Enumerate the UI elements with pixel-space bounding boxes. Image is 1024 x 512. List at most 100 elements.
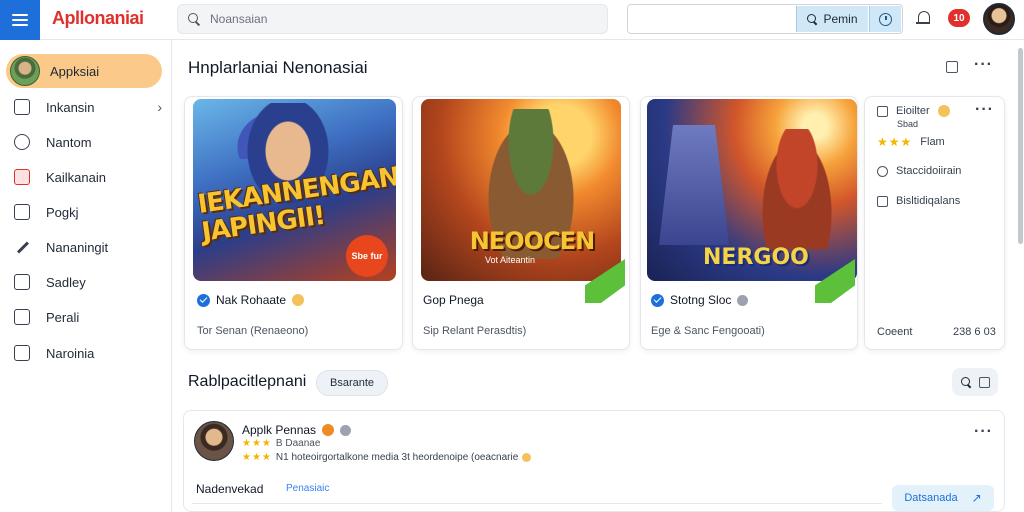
- more-options-icon[interactable]: ···: [975, 101, 994, 119]
- history-button[interactable]: [869, 6, 901, 32]
- avatar: [10, 56, 40, 86]
- page-title: Hnplarlaniai Nenonasiai: [188, 58, 368, 77]
- review-card: Applk Pennas ★★★ B Daanae ★★★ N1 hoteoir…: [183, 410, 1005, 512]
- gold-badge-icon: [292, 294, 305, 306]
- download-button-label: Datsanada: [904, 492, 958, 504]
- search-input[interactable]: [210, 12, 590, 26]
- card-name: Nak Rohaate: [197, 293, 305, 307]
- notification-badge[interactable]: 10: [948, 9, 970, 27]
- info-row-2[interactable]: Bisltidiqalans: [877, 195, 960, 207]
- game-artwork: NERGOO: [647, 99, 857, 281]
- sidebar-item-4[interactable]: Pogkj: [14, 202, 166, 222]
- info-title-row: Eioilter: [877, 105, 950, 117]
- card-meta: Sip Relant Perasdtis): [423, 325, 527, 337]
- rating-stars: ★★★: [242, 438, 272, 449]
- clipboard-icon: [14, 204, 30, 220]
- menu-button[interactable]: [0, 0, 40, 40]
- tag-icon: [14, 345, 30, 361]
- scrollbar-thumb[interactable]: [1018, 48, 1023, 244]
- card-name: Gop Pnega: [423, 293, 484, 307]
- info-subtitle: Sbad: [897, 119, 919, 129]
- sidebar-item-label: Sadley: [46, 274, 86, 290]
- search-submit-button[interactable]: Pemin: [796, 6, 868, 32]
- sidebar-item-label: Pogkj: [46, 204, 79, 220]
- pen-icon: [14, 239, 30, 255]
- scrollbar[interactable]: [1016, 40, 1024, 512]
- reviewer-meta: ★★★ B Daanae: [242, 438, 320, 449]
- rating-stars: ★★★: [877, 135, 913, 149]
- more-options-icon[interactable]: ···: [974, 56, 993, 74]
- info-rating: ★★★ Flam: [877, 135, 945, 149]
- sidebar-item-1[interactable]: Inkansin ›: [14, 97, 166, 117]
- secondary-search-field[interactable]: Pemin: [627, 4, 903, 34]
- review-link[interactable]: Penasiaic: [286, 483, 329, 494]
- review-body: ★★★ N1 hoteoirgortalkone media 3t heorde…: [242, 452, 532, 463]
- search-bar[interactable]: [177, 4, 608, 34]
- sidebar-item-active[interactable]: Appksiai: [6, 54, 162, 88]
- emoji-icon: [522, 453, 532, 462]
- pin-icon[interactable]: [946, 61, 958, 73]
- review-label: Nadenvekad: [196, 482, 264, 496]
- grid-icon: [14, 169, 30, 185]
- download-button[interactable]: Datsanada ↗: [892, 485, 994, 511]
- filter-icon[interactable]: [978, 376, 990, 388]
- info-row-1[interactable]: Staccidoiirain: [877, 165, 961, 177]
- reviewer-name-row: Applk Pennas: [242, 423, 352, 437]
- app-card-2[interactable]: NEOOCEN Vot Aiteantin Gop Pnega Sip Rela…: [412, 96, 630, 350]
- badge-icon: [322, 424, 335, 436]
- avatar[interactable]: [194, 421, 234, 461]
- sidebar-item-label: Inkansin: [46, 99, 95, 115]
- card-meta: Ege & Sanc Fengooati): [651, 325, 765, 337]
- rating-label: Flam: [920, 136, 945, 148]
- filter-chip[interactable]: Bsarante: [316, 370, 388, 396]
- info-icon: [340, 424, 352, 436]
- square-icon: [14, 274, 30, 290]
- user-avatar[interactable]: [983, 3, 1015, 35]
- sidebar-item-2[interactable]: Nantom: [14, 132, 166, 152]
- rating-stars: ★★★: [242, 452, 272, 463]
- sidebar-item-6[interactable]: Sadley: [14, 272, 166, 292]
- verified-icon: [197, 293, 210, 307]
- app-logo[interactable]: Apllonaniai: [52, 8, 144, 29]
- more-options-icon[interactable]: ···: [974, 423, 993, 441]
- download-icon: [14, 99, 30, 115]
- sidebar: Appksiai Inkansin › Nantom Kailkanain Po…: [0, 40, 172, 512]
- artwork-subtitle: Vot Aiteantin: [485, 255, 536, 265]
- clock-icon: [14, 134, 30, 150]
- info-card: Eioilter ··· Sbad ★★★ Flam Staccidoiirai…: [864, 96, 1005, 350]
- share-icon: ↗: [971, 491, 982, 505]
- top-bar: Apllonaniai Pemin 10: [0, 0, 1024, 40]
- app-card-1[interactable]: IEKANNENGAN JAPINGII! Sbe fur Nak Rohaat…: [184, 96, 403, 350]
- lock-icon: [877, 195, 888, 207]
- card-name: Stotng Sloc: [651, 293, 749, 307]
- section-title: Rablpacitlepnani: [188, 373, 307, 390]
- sidebar-item-7[interactable]: Perali: [14, 307, 166, 327]
- info-footer-label: Coeent: [877, 326, 913, 338]
- sidebar-item-3[interactable]: Kailkanain: [14, 167, 166, 187]
- sidebar-item-8[interactable]: Naroinia: [14, 343, 166, 363]
- card-meta: Tor Senan (Renaeono): [197, 325, 309, 337]
- user-icon: [877, 165, 888, 177]
- section-tools[interactable]: [952, 368, 998, 396]
- search-icon[interactable]: [960, 377, 971, 387]
- bell-icon[interactable]: [915, 10, 931, 28]
- sidebar-item-label: Kailkanain: [46, 169, 106, 185]
- hamburger-icon: [12, 14, 28, 26]
- app-card-3[interactable]: NERGOO Stotng Sloc Ege & Sanc Fengooati): [640, 96, 858, 350]
- sidebar-item-label: Nananingit: [46, 239, 109, 255]
- search-submit-label: Pemin: [823, 12, 858, 26]
- info-title: Eioilter: [896, 105, 930, 117]
- gold-badge-icon: [937, 105, 950, 117]
- app-icon: [877, 105, 888, 117]
- sidebar-item-5[interactable]: Nananingit: [14, 237, 166, 257]
- offer-badge: Sbe fur: [346, 235, 388, 277]
- info-footer-value: 238 6 03: [953, 326, 996, 338]
- search-icon: [807, 14, 817, 24]
- divider: [192, 503, 882, 504]
- search-icon: [188, 13, 200, 25]
- sidebar-item-label: Naroinia: [46, 345, 95, 361]
- verified-icon: [651, 293, 664, 307]
- game-artwork: IEKANNENGAN JAPINGII! Sbe fur: [193, 99, 396, 281]
- artwork-title: NEOOCEN: [469, 227, 595, 255]
- sidebar-item-label: Appksiai: [50, 63, 100, 79]
